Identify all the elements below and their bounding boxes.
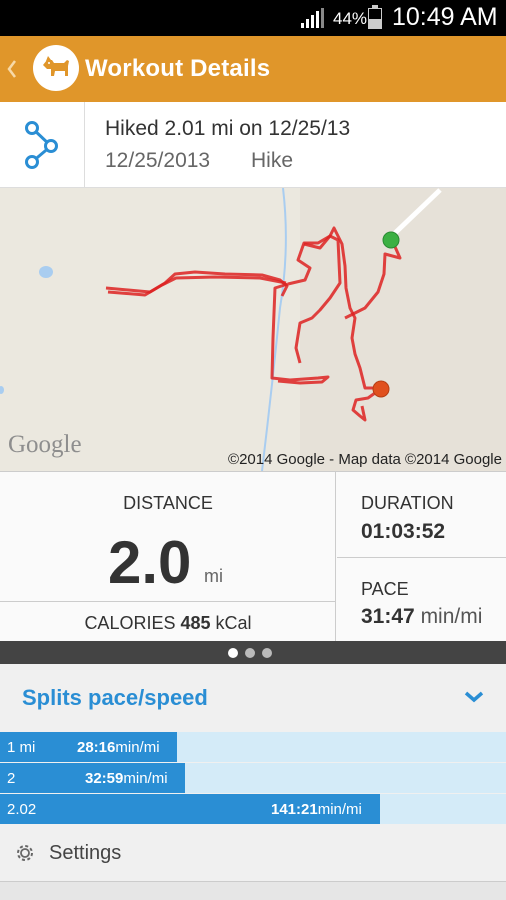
gear-icon	[17, 845, 33, 861]
split-label: 1 mi	[7, 739, 36, 756]
stats-panel[interactable]: DISTANCE 2.0 mi CALORIES 485 kCal DURATI…	[0, 471, 506, 642]
workout-header: Hiked 2.01 mi on 12/25/13 12/25/2013 Hik…	[0, 102, 506, 188]
page-dot-3[interactable]	[262, 648, 272, 658]
split-row: 1 mi 28:16min/mi	[0, 732, 506, 762]
end-marker	[372, 380, 390, 398]
bottom-strip	[0, 882, 506, 900]
split-value: 32:59min/mi	[85, 770, 168, 787]
battery-icon	[368, 5, 382, 29]
dog-icon	[43, 56, 69, 76]
page-dot-2[interactable]	[245, 648, 255, 658]
page-indicator	[0, 641, 506, 664]
start-marker	[382, 231, 400, 249]
map-canvas	[0, 188, 506, 471]
split-row: 2.02 141:21min/mi	[0, 794, 506, 824]
action-bar: Workout Details	[0, 36, 506, 102]
status-bar: 44% 10:49 AM	[0, 0, 506, 36]
map-copyright: ©2014 Google - Map data ©2014 Google	[228, 451, 502, 468]
split-label: 2.02	[7, 801, 37, 818]
split-value: 141:21min/mi	[271, 801, 362, 818]
distance-block: DISTANCE 2.0 mi CALORIES 485 kCal	[0, 472, 336, 642]
page-dot-1[interactable]	[228, 648, 238, 658]
split-value: 28:16min/mi	[77, 739, 160, 756]
pace-block: PACE 31:47 min/mi	[337, 558, 506, 642]
splits-header[interactable]: Splits pace/speed	[0, 664, 506, 731]
duration-value: 01:03:52	[361, 520, 446, 543]
pace-value-wrap: 31:47 min/mi	[361, 605, 482, 629]
calories-value: 485	[180, 613, 211, 633]
distance-label: DISTANCE	[123, 493, 213, 513]
distance-value: 2.0	[108, 529, 192, 596]
splits-title: Splits pace/speed	[22, 685, 208, 710]
pace-value: 31:47	[361, 605, 415, 628]
pond	[39, 266, 53, 278]
share-icon	[25, 121, 58, 169]
back-chevron-icon[interactable]	[5, 55, 19, 83]
calories-row: CALORIES 485 kCal	[0, 601, 336, 642]
page-title: Workout Details	[85, 55, 271, 82]
split-label: 2	[7, 770, 16, 787]
settings-row[interactable]: Settings	[0, 824, 506, 882]
distance-unit: mi	[204, 566, 223, 586]
duration-label: DURATION	[361, 493, 454, 513]
workout-type: Hike	[251, 149, 294, 172]
calories-unit: kCal	[215, 613, 252, 633]
pace-label: PACE	[361, 579, 409, 599]
split-row: 2 32:59min/mi	[0, 763, 506, 793]
workout-title: Hiked 2.01 mi on 12/25/13	[105, 117, 351, 140]
signal-icon	[301, 8, 324, 28]
route-map[interactable]: Google ©2014 Google - Map data ©2014 Goo…	[0, 188, 506, 471]
chevron-down-icon[interactable]	[463, 690, 485, 704]
app-logo[interactable]	[33, 45, 79, 91]
workout-date: 12/25/2013	[105, 149, 211, 172]
pace-unit: min/mi	[420, 605, 483, 628]
settings-label: Settings	[49, 842, 122, 864]
calories-label: CALORIES	[84, 613, 176, 633]
clock: 10:49 AM	[392, 3, 498, 31]
google-logo: Google	[8, 431, 82, 458]
share-route-button[interactable]	[0, 102, 85, 188]
duration-block: DURATION 01:03:52	[337, 472, 506, 558]
battery-percent: 44%	[333, 9, 368, 28]
